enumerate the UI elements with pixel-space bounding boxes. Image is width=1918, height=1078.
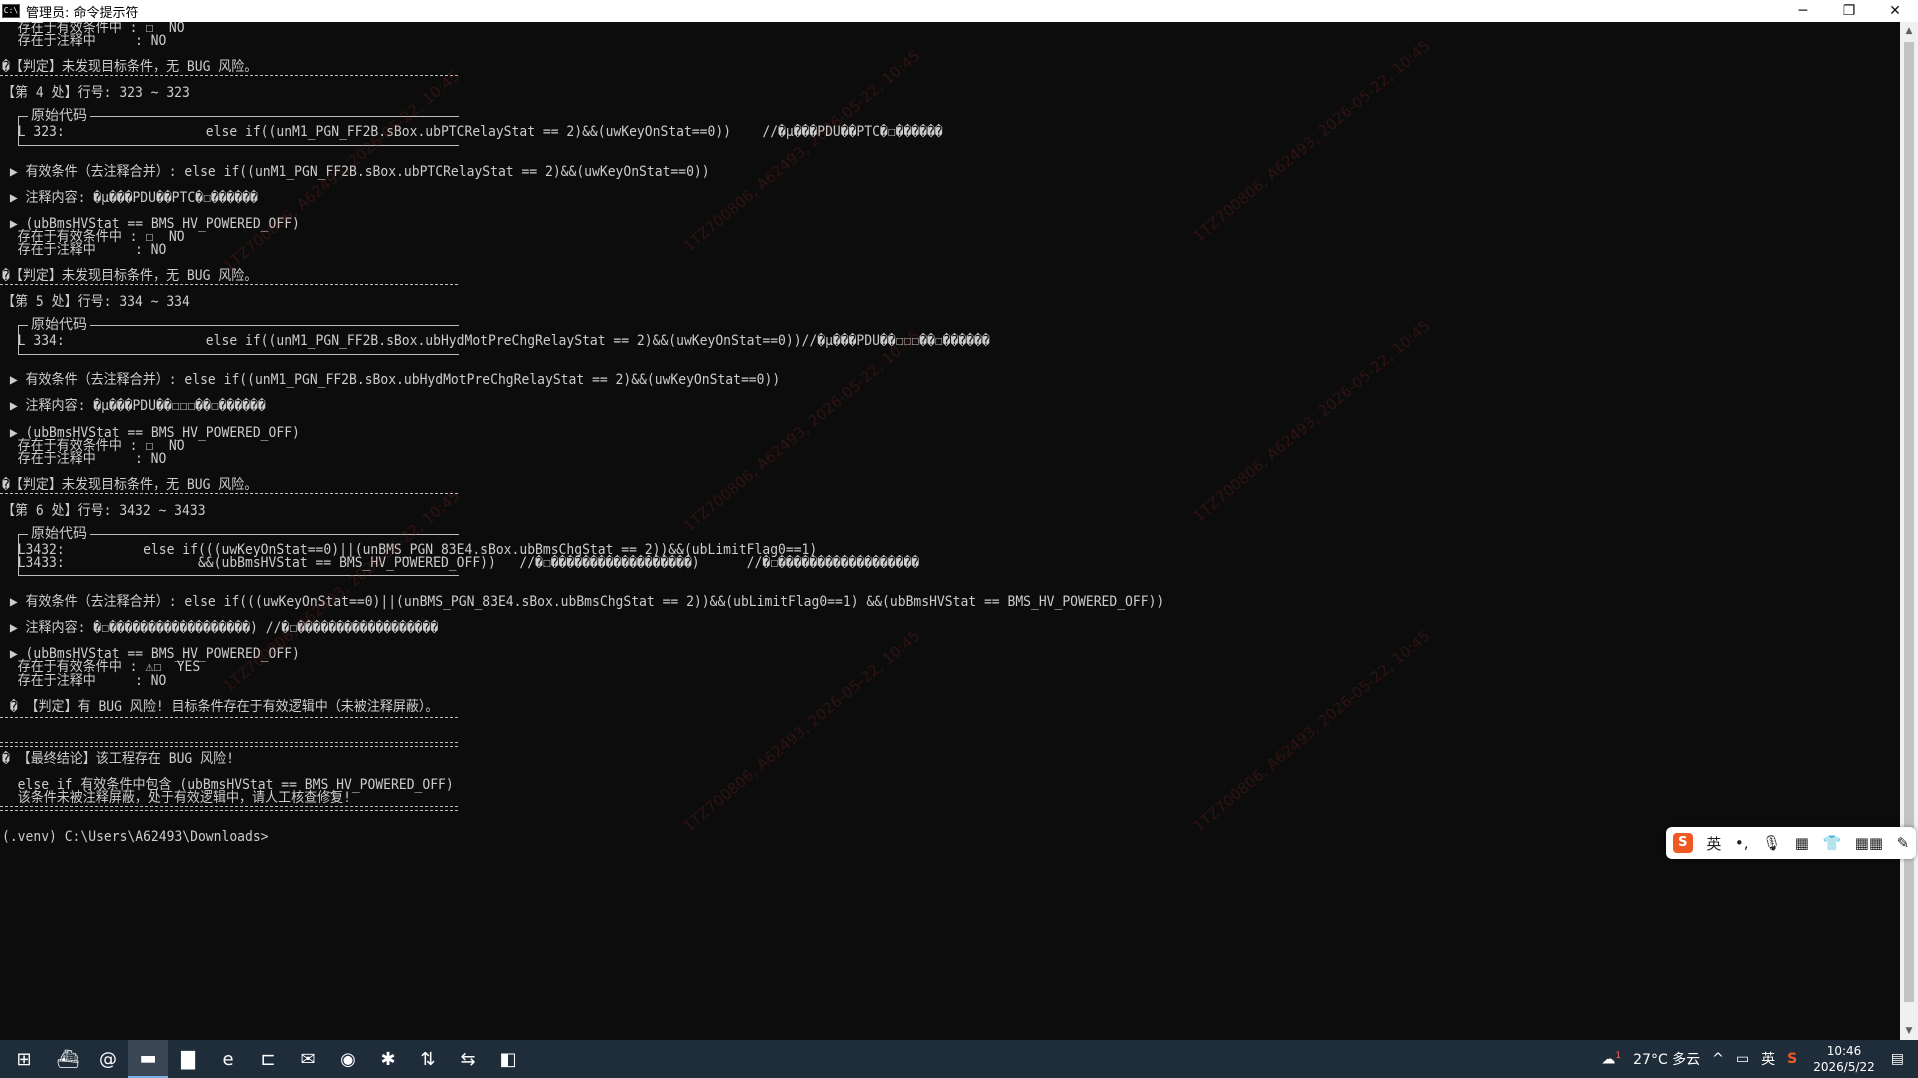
console-line: 【第 5 处】行号: 334 ~ 334: [2, 294, 190, 311]
ime-language-toggle[interactable]: 英: [1706, 833, 1721, 854]
console-line: ▶ 注释内容: �☐������������������) //�☐������…: [2, 620, 439, 637]
input-language-indicator[interactable]: 英: [1761, 1049, 1775, 1069]
taskbar: ⊞ ⛴ @ ▬ ▇ e ⊏ ✉ ◉ ✱ ⇅ ⇆ ◧ ☁1 27°C 多云 ^ ▭ 英 S 10:46 …: [0, 1040, 1918, 1078]
console-line: � 【判定】有 BUG 风险! 目标条件存在于有效逻辑中（未被注释屏蔽）。: [2, 698, 439, 715]
sogou-logo-icon[interactable]: S: [1672, 833, 1693, 853]
clock-time: 10:46: [1826, 1044, 1862, 1058]
sogou-tray-icon[interactable]: S: [1787, 1051, 1797, 1067]
ime-write-icon[interactable]: ✎: [1897, 834, 1910, 852]
scroll-down-icon[interactable]: ▼: [1900, 1022, 1918, 1040]
console-line: 【第 6 处】行号: 3432 ~ 3433: [2, 502, 206, 519]
weather-text[interactable]: 27°C 多云: [1633, 1049, 1700, 1069]
taskbar-apps: ⛴ @ ▬ ▇ e ⊏ ✉ ◉ ✱ ⇅ ⇆ ◧: [48, 1040, 528, 1078]
console-line: ▶ 注释内容: �µ���PDU��PTC�☐������: [2, 189, 258, 206]
ime-punctuation-icon[interactable]: •,: [1735, 834, 1749, 852]
console-line: ▶ 有效条件（去注释合并）: else if((unM1_PGN_FF2B.sB…: [2, 163, 710, 180]
watermark: 1TZ700806, A62493, 2026-05-22, 10:45: [1189, 626, 1434, 836]
ime-toolbox-icon[interactable]: ▦▦: [1855, 834, 1883, 852]
ime-voice-icon[interactable]: 🎙: [1762, 834, 1781, 852]
clock[interactable]: 10:46 2026/5/22: [1813, 1043, 1875, 1075]
section-separator: [0, 717, 458, 718]
watermark: 1TZ700806, A62493, 2026-05-22, 10:45: [219, 486, 464, 696]
section-separator: [0, 75, 458, 76]
weather-badge: 1: [1615, 1050, 1622, 1061]
source-code-box-label: 原始代码: [28, 317, 90, 333]
folder-app-icon[interactable]: ▇: [168, 1040, 208, 1078]
console-line: 该条件未被注释屏蔽，处于有效逻辑中，请人工核查修复!: [2, 789, 352, 806]
transfer-app-icon[interactable]: ⇅: [408, 1040, 448, 1078]
section-separator: [0, 284, 458, 285]
watermark: 1TZ700806, A62493, 2026-05-22, 10:45: [1189, 316, 1434, 526]
network-app-icon[interactable]: ✱: [368, 1040, 408, 1078]
watermark: 1TZ700806, A62493, 2026-05-22, 10:45: [679, 326, 924, 536]
window-title: 管理员: 命令提示符: [26, 5, 139, 21]
weather-icon[interactable]: ☁1: [1601, 1051, 1621, 1068]
code-app-icon[interactable]: ⊏: [248, 1040, 288, 1078]
console-line: 存在于注释中 : NO: [2, 33, 167, 50]
console-scrollbar[interactable]: ▲ ▼: [1900, 22, 1918, 1040]
console-line: 存在于注释中 : NO: [2, 241, 167, 258]
source-code-box-label: 原始代码: [28, 108, 90, 124]
window-title-bar: C:\ 管理员: 命令提示符 ─ ❐ ✕: [0, 0, 1918, 22]
console-line: 存在于注释中 : NO: [2, 450, 167, 467]
console-line: ▶ 有效条件（去注释合并）: else if((unM1_PGN_FF2B.sB…: [2, 372, 781, 389]
watermark: 1TZ700806, A62493, 2026-05-22, 10:45: [679, 46, 924, 256]
start-button[interactable]: ⊞: [0, 1040, 48, 1078]
double-separator: [0, 742, 458, 747]
console-line: �【判定】未发现目标条件，无 BUG 风险。: [2, 267, 258, 284]
console-line: �【判定】未发现目标条件，无 BUG 风险。: [2, 59, 258, 76]
clock-date: 2026/5/22: [1813, 1060, 1875, 1074]
double-separator: [0, 806, 458, 811]
close-button[interactable]: ✕: [1872, 0, 1918, 22]
section-separator: [0, 493, 458, 494]
minimize-button[interactable]: ─: [1780, 0, 1826, 22]
edge-app-icon[interactable]: e: [208, 1040, 248, 1078]
scroll-up-icon[interactable]: ▲: [1900, 22, 1918, 40]
console-line: ▶ 注释内容: �µ���PDU��☐☐☐��☐������: [2, 398, 266, 415]
console-line: ▶ 有效条件（去注释合并）: else if(((uwKeyOnStat==0)…: [2, 594, 1165, 611]
tray-overflow-icon[interactable]: ^: [1712, 1051, 1724, 1067]
console-line: 【第 4 处】行号: 323 ~ 323: [2, 85, 190, 102]
system-tray: ☁1 27°C 多云 ^ ▭ 英 S 10:46 2026/5/22 ▤: [1595, 1040, 1918, 1078]
source-code-box-label: 原始代码: [28, 526, 90, 542]
console-line: 存在于注释中 : NO: [2, 672, 167, 689]
ship-app-icon[interactable]: ⛴: [48, 1040, 88, 1078]
notification-center-icon[interactable]: ▤: [1891, 1051, 1904, 1067]
cmd-app-icon: C:\: [2, 4, 20, 18]
mail-app-icon[interactable]: ✉: [288, 1040, 328, 1078]
console-line: �【判定】未发现目标条件，无 BUG 风险。: [2, 476, 258, 493]
console-line: � 【最终结论】该工程存在 BUG 风险!: [2, 750, 234, 767]
spiral-app-icon[interactable]: @: [88, 1040, 128, 1078]
watermark: 1TZ700806, A62493, 2026-05-22, 10:45: [679, 626, 924, 836]
ime-keyboard-icon[interactable]: ▦: [1795, 834, 1809, 852]
chat-app-icon[interactable]: ◉: [328, 1040, 368, 1078]
network-icon[interactable]: ▭: [1736, 1051, 1749, 1067]
ime-toolbar[interactable]: S 英 •, 🎙 ▦ 👕 ▦▦ ✎: [1666, 827, 1916, 859]
console-output[interactable]: 存在于有效条件中 : ☐ NO 存在于注释中 : NO �【判定】未发现目标条件，…: [0, 22, 1900, 1040]
console-line: (.venv) C:\Users\A62493\Downloads>: [2, 829, 269, 846]
restore-button[interactable]: ❐: [1826, 0, 1872, 22]
ime-skin-icon[interactable]: 👕: [1822, 834, 1841, 852]
terminal-app-icon[interactable]: ▬: [128, 1040, 168, 1078]
watermark: 1TZ700806, A62493, 2026-05-22, 10:45: [1189, 36, 1434, 246]
notes-app-icon[interactable]: ◧: [488, 1040, 528, 1078]
compare-app-icon[interactable]: ⇆: [448, 1040, 488, 1078]
